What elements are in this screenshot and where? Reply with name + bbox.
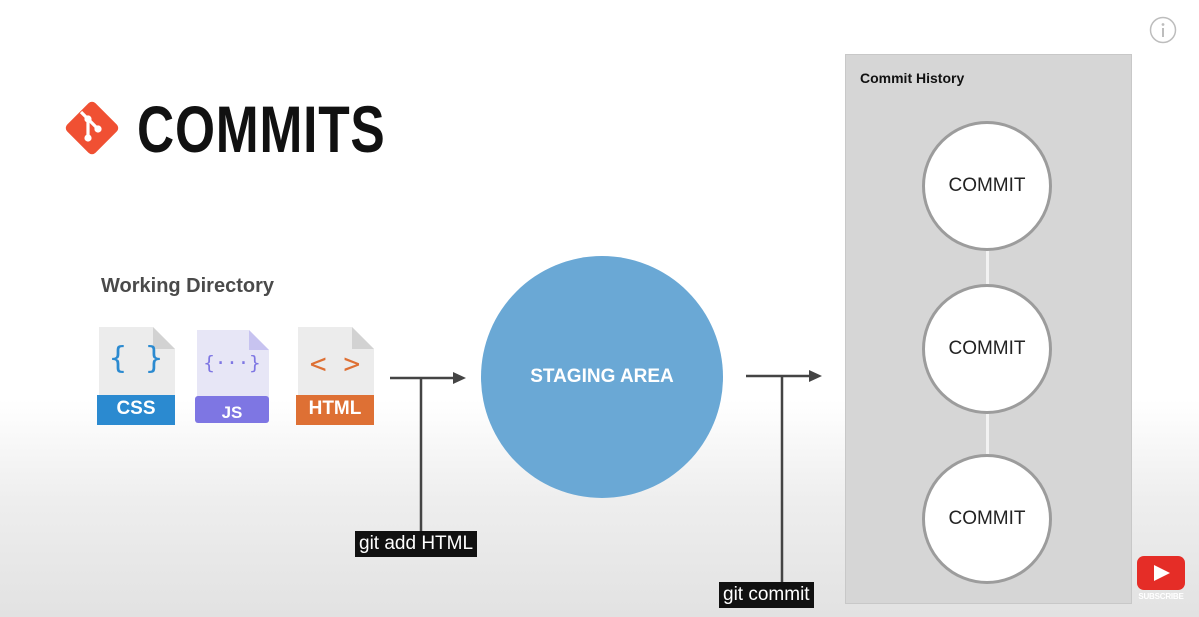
commit-node: COMMIT <box>922 454 1052 584</box>
html-file-icon: < > HTML <box>296 327 374 427</box>
commit-connector <box>986 414 989 454</box>
commit-history-panel: Commit History COMMIT COMMIT COMMIT <box>845 54 1132 604</box>
js-file-icon: {···} JS <box>193 330 271 430</box>
commit-history-title: Commit History <box>860 70 965 86</box>
commit-node: COMMIT <box>922 121 1052 251</box>
info-icon[interactable] <box>1149 16 1177 44</box>
commit-connector <box>986 251 989 284</box>
working-directory-label: Working Directory <box>101 275 274 297</box>
commit-label: COMMIT <box>948 508 1026 529</box>
commit-arrow-head <box>809 370 822 382</box>
css-file-label: CSS <box>116 398 156 419</box>
html-file-label: HTML <box>308 398 362 419</box>
add-arrow-head <box>453 372 466 384</box>
staging-area: STAGING AREA <box>481 256 723 498</box>
git-add-caption: git add HTML <box>355 531 478 557</box>
subscribe-label: SUBSCRIBE <box>1138 592 1184 601</box>
js-file-glyph: {···} <box>203 352 261 374</box>
page-title: COMMITS <box>137 92 386 166</box>
css-file-icon: { } CSS <box>97 327 175 427</box>
html-file-glyph: < > <box>309 347 361 380</box>
js-file-label: JS <box>221 403 243 422</box>
git-logo-icon <box>65 101 119 155</box>
commit-node: COMMIT <box>922 284 1052 414</box>
staging-area-label: STAGING AREA <box>530 366 674 387</box>
git-commit-caption: git commit <box>719 582 814 608</box>
css-file-glyph: { } <box>108 341 164 376</box>
commit-label: COMMIT <box>948 175 1026 196</box>
subscribe-button[interactable]: SUBSCRIBE <box>1133 556 1189 606</box>
youtube-play-icon <box>1137 556 1185 590</box>
commit-label: COMMIT <box>948 338 1026 359</box>
